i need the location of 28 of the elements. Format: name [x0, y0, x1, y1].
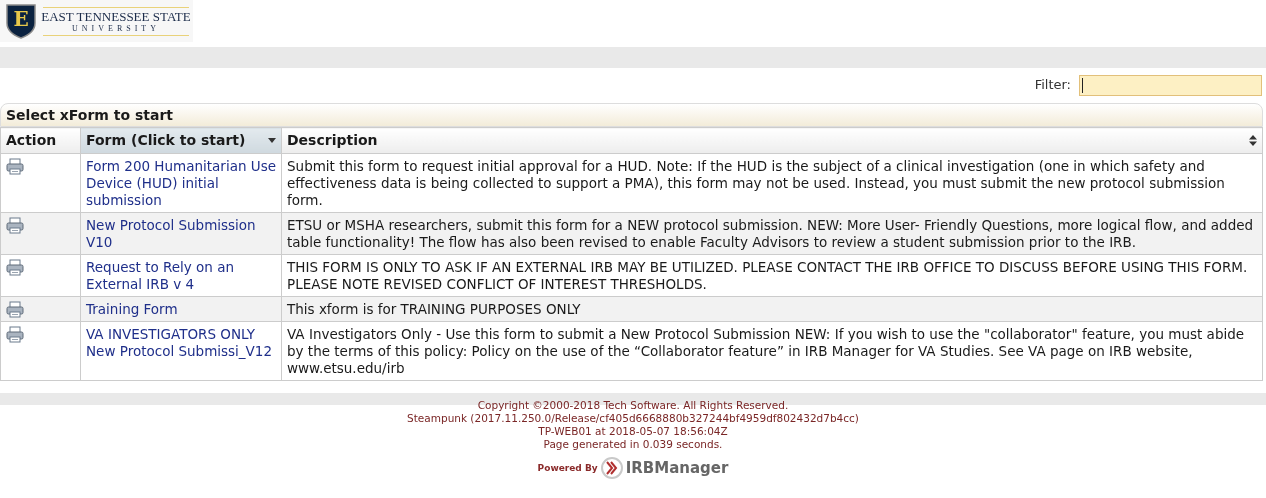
footer-text: Copyright ©2000-2018 Tech Software. All Rights Reserved. [477, 399, 789, 412]
footer-text: TP-WEB01 at 2018-05-07 18:56:04Z [538, 425, 728, 438]
column-header[interactable]: Action [0, 127, 81, 154]
product-name: IRBManager [625, 461, 729, 475]
table-cell: VA Investigators Only - Use this form to submit a New Protocol Submission NEW: If you wish to use the "collaborator" feature, you must abide by the terms of this policy: Policy on the use of the “Collaborator feature” in IRB Manager for VA Studies. See VA page on IRB website, www.etsu.edu/irb [281, 321, 1263, 381]
table-cell: THIS FORM IS ONLY TO ASK IF AN EXTERNAL IRB MAY BE UTILIZED. PLEASE CONTACT THE IRB OFFICE TO DISCUSS BEFORE USING THIS FORM. PLEASE NOTE REVISED CONFLICT OF INTEREST THRESHOLDS. [281, 254, 1263, 297]
footer-text: Steampunk (2017.11.250.0/Release/cf405d6668880b327244bf4959df802432d7b4cc) [407, 412, 859, 425]
sort-descending-icon [268, 138, 276, 143]
printer-icon[interactable] [6, 326, 24, 343]
table-caption: Select xForm to start [0, 103, 1263, 127]
logo-subtitle: UNIVERSITY [72, 23, 160, 34]
powered-by-text: Powered By [537, 461, 598, 475]
column-header[interactable]: Form (Click to start) [80, 127, 282, 154]
filter-field[interactable] [1079, 74, 1262, 96]
table-cell: ETSU or MSHA researchers, submit this form for a NEW protocol submission. NEW: More User- Friendly Questions, more logical flow, and added table functionality! The flow has also been revised to enable Faculty Advisors to review a student submission prior to the IRB. [281, 212, 1263, 255]
printer-icon[interactable] [6, 259, 24, 276]
chevron-circle-icon [600, 457, 623, 479]
logo-mark: E [12, 6, 30, 33]
table-cell: Submit this form to request initial approval for a HUD. Note: If the HUD is the subject of a clinical investigation (one in which safety and effectiveness data is being collected to support a PMA), this form may not be used. Instead, you must submit the new protocol submission form. [281, 153, 1263, 213]
table-cell: This xform is for TRAINING PURPOSES ONLY [281, 296, 1263, 322]
printer-icon[interactable] [6, 217, 24, 234]
printer-icon[interactable] [6, 301, 24, 318]
sort-icon [1249, 135, 1257, 146]
filter-label: Filter: [1034, 76, 1071, 95]
printer-icon[interactable] [6, 158, 24, 175]
logo-title: EAST TENNESSEE STATE [41, 8, 191, 24]
column-header[interactable]: Description [281, 127, 1263, 154]
footer-text: Page generated in 0.039 seconds. [543, 438, 723, 451]
